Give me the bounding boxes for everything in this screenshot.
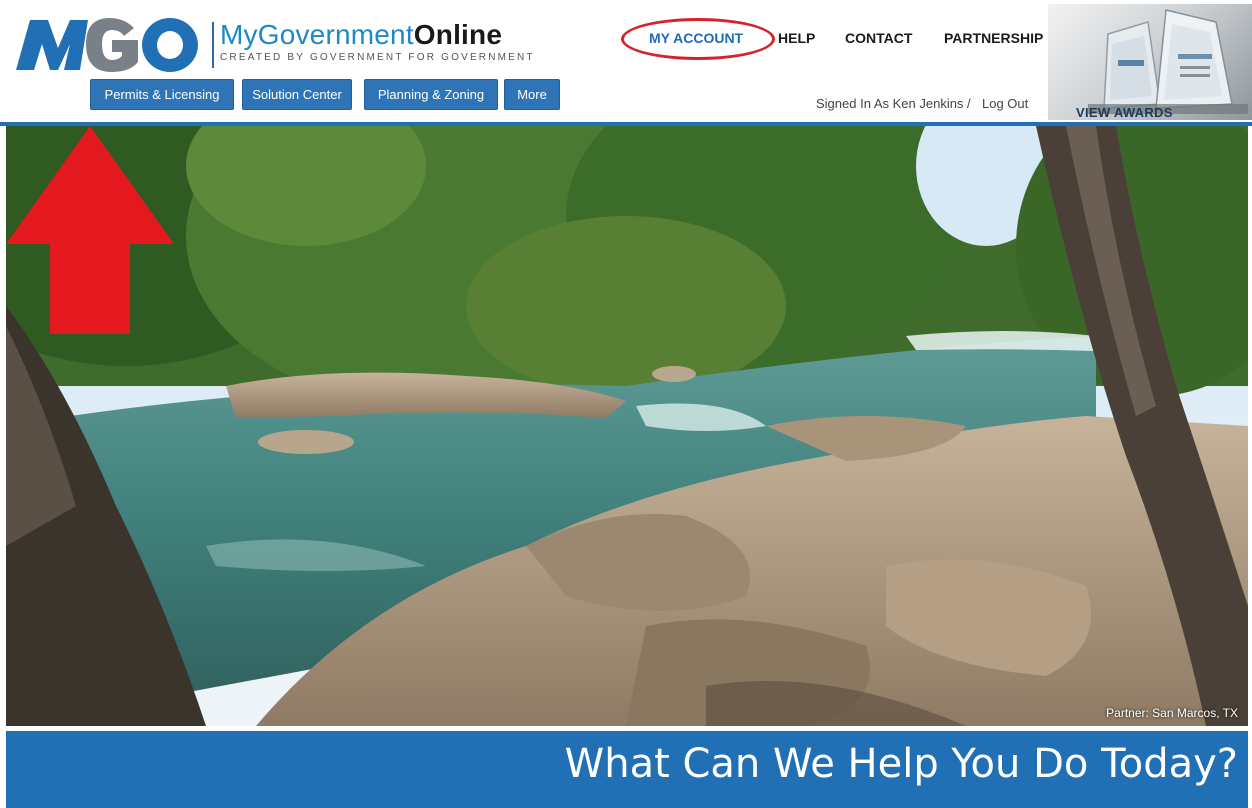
annotation-highlight-ring [621,18,775,60]
permits-licensing-button[interactable]: Permits & Licensing [90,79,234,110]
site-header: MyGovernmentOnline CREATED BY GOVERNMENT… [0,0,1252,126]
view-awards-link[interactable]: VIEW AWARDS [1048,4,1252,120]
view-awards-label: VIEW AWARDS [1076,105,1173,120]
nav-contact[interactable]: CONTACT [845,30,912,46]
help-banner: What Can We Help You Do Today? [6,731,1248,808]
annotation-red-arrow [6,126,174,334]
logout-link[interactable]: Log Out [982,96,1028,111]
hero-image: Partner: San Marcos, TX [6,126,1248,726]
award-trophy-image [1088,9,1248,114]
banner-title: What Can We Help You Do Today? [564,741,1238,787]
signed-in-text: Signed In As Ken Jenkins / [816,96,971,111]
river-landscape-illustration [6,126,1248,726]
brand-tagline: CREATED BY GOVERNMENT FOR GOVERNMENT [220,52,535,63]
nav-help[interactable]: HELP [778,30,815,46]
hero-caption: Partner: San Marcos, TX [1106,706,1238,720]
nav-partnership[interactable]: PARTNERSHIP [944,30,1043,46]
solution-center-button[interactable]: Solution Center [242,79,352,110]
planning-zoning-button[interactable]: Planning & Zoning [364,79,498,110]
more-button[interactable]: More [504,79,560,110]
